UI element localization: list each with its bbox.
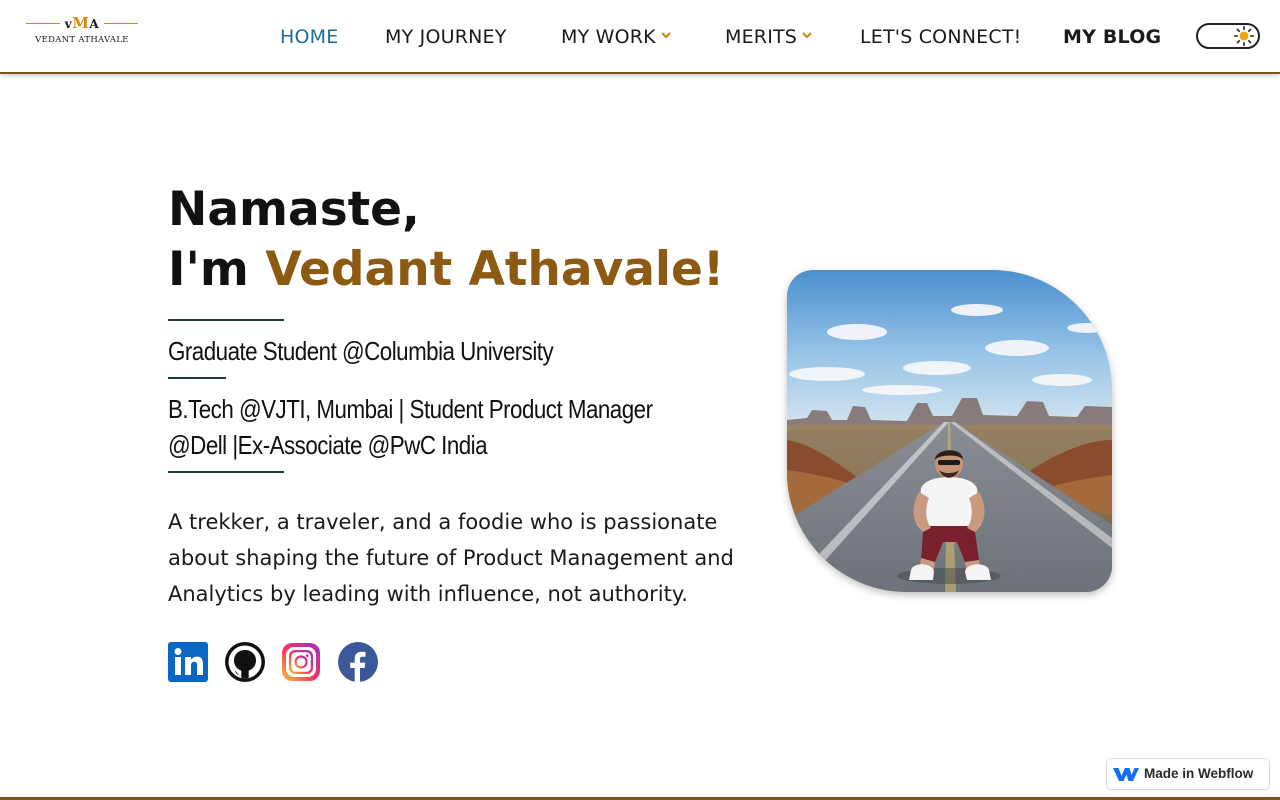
nav-my-work[interactable]: MY WORK bbox=[561, 24, 672, 50]
logo-text: VEDANT ATHAVALE bbox=[35, 35, 129, 45]
badge-label: Made in Webflow bbox=[1144, 766, 1254, 781]
bio-paragraph: A trekker, a traveler, and a foodie who … bbox=[168, 510, 734, 606]
theme-toggle[interactable] bbox=[1196, 23, 1260, 49]
divider bbox=[168, 377, 226, 379]
nav-lets-connect[interactable]: LET'S CONNECT! bbox=[860, 24, 1021, 50]
hero-name: Vedant Athavale! bbox=[265, 242, 725, 297]
linkedin-icon[interactable] bbox=[168, 642, 208, 682]
nav-my-work-label: MY WORK bbox=[561, 26, 656, 48]
divider bbox=[168, 319, 284, 321]
nav-home[interactable]: HOME bbox=[280, 24, 338, 50]
github-icon[interactable] bbox=[225, 642, 265, 682]
profile-photo-illustration bbox=[787, 270, 1112, 592]
instagram-icon[interactable] bbox=[281, 642, 321, 682]
greeting: Namaste, bbox=[168, 182, 420, 237]
chevron-down-icon bbox=[661, 32, 671, 39]
nav-my-blog[interactable]: MY BLOG bbox=[1063, 24, 1161, 50]
logo-monogram: vMA bbox=[64, 14, 100, 32]
experience-line-2: @Dell |Ex-Associate @PwC India bbox=[168, 430, 488, 460]
made-in-webflow-badge[interactable]: Made in Webflow bbox=[1107, 759, 1269, 789]
site-logo[interactable]: vMA VEDANT ATHAVALE bbox=[24, 14, 140, 48]
nav-merits-label: MERITS bbox=[725, 26, 798, 48]
facebook-icon[interactable] bbox=[338, 642, 378, 682]
profile-photo bbox=[787, 270, 1112, 592]
nav-my-journey[interactable]: MY JOURNEY bbox=[385, 24, 507, 50]
intro-prefix: I'm bbox=[168, 242, 266, 297]
divider bbox=[168, 471, 284, 473]
chevron-down-icon bbox=[802, 32, 812, 39]
navbar: vMA VEDANT ATHAVALE HOME MY JOURNEY MY W… bbox=[0, 0, 1280, 74]
hero-heading: Namaste, I'm Vedant Athavale! bbox=[168, 180, 724, 300]
sun-icon bbox=[1234, 26, 1254, 46]
education-line: Graduate Student @Columbia University bbox=[168, 336, 554, 366]
webflow-icon bbox=[1113, 768, 1139, 781]
nav-merits[interactable]: MERITS bbox=[725, 24, 813, 50]
experience-line-1: B.Tech @VJTI, Mumbai | Student Product M… bbox=[168, 394, 653, 424]
